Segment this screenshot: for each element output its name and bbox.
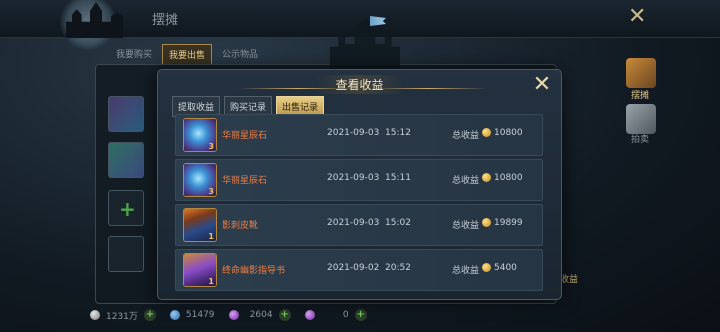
tab-buy[interactable]: 我要购买 [110,44,158,65]
add-crystal-button[interactable]: + [278,309,291,321]
item-name: 终命幽影指导书 [222,266,286,276]
dialog-title: 查看收益 [315,75,404,94]
side-button-stall-label[interactable]: 摆摊 [631,88,649,101]
silver-coin-icon [90,310,100,320]
income-amount: 19899 [494,218,523,228]
market-tabs: 我要购买 我要出售 公示物品 [110,44,264,65]
item-quantity: 3 [208,187,214,196]
treasure-chest-icon[interactable] [626,58,656,88]
record-date: 2021-09-03 15:11 [327,173,411,183]
item-name: 华丽星辰石 [222,131,268,141]
purple-crystal-icon [304,310,315,320]
income-button-fragment[interactable]: 收益 [560,272,578,285]
gold-coin-icon [482,128,491,137]
item-quantity: 3 [208,142,214,151]
record-date: 2021-09-03 15:02 [327,218,411,228]
total-income-label: 总收益 [452,176,480,186]
side-button-auction-label[interactable]: 拍卖 [631,132,649,145]
currency-bar: 1231万 + 51479 2604 + 0 + [90,306,367,324]
gold-coin-icon [482,173,491,182]
total-income-label: 总收益 [452,221,480,231]
gold-coin-icon [482,263,491,272]
close-icon[interactable]: ✕ [531,74,553,96]
page-title: 摆摊 [152,13,179,28]
auction-icon[interactable] [626,104,656,134]
add-silver-button[interactable]: + [143,309,156,321]
currency-crystal2-value: 0 [342,310,349,320]
income-amount: 10800 [494,173,523,183]
tab-sell[interactable]: 我要出售 [162,44,213,65]
currency-gem-value: 51479 [185,310,215,320]
sell-slot[interactable] [108,96,144,132]
currency-crystal-value: 2604 [249,310,273,320]
boots-icon[interactable]: 1 [183,208,217,242]
add-item-icon[interactable]: + [119,197,136,221]
total-income-label: 总收益 [452,266,480,276]
tab-public-items[interactable]: 公示物品 [216,44,264,65]
list-item[interactable]: 3 华丽星辰石 2021-09-03 15:11 总收益 10800 [175,159,543,201]
purple-crystal-icon [228,310,239,320]
item-quantity: 1 [208,232,214,241]
star-stone-icon[interactable]: 3 [183,163,217,197]
item-name: 华丽星辰石 [222,176,268,186]
list-item[interactable]: 1 影刺皮靴 2021-09-03 15:02 总收益 19899 [175,204,543,246]
list-item[interactable]: 3 华丽星辰石 2021-09-03 15:12 总收益 10800 [175,114,543,156]
item-quantity: 1 [208,277,214,286]
star-stone-icon[interactable]: 3 [183,118,217,152]
close-swords-icon[interactable]: ✕ [628,6,646,28]
total-income-label: 总收益 [452,131,480,141]
blue-gem-icon [169,310,180,320]
list-item[interactable]: 1 终命幽影指导书 2021-09-02 20:52 总收益 5400 [175,249,543,291]
sell-slot[interactable] [108,142,144,178]
income-dialog: 查看收益 ✕ 提取收益 购买记录 出售记录 3 华丽星辰石 2021-09-03… [157,69,562,300]
record-date: 2021-09-03 15:12 [327,128,411,138]
income-amount: 10800 [494,128,523,138]
income-amount: 5400 [494,263,517,273]
record-date: 2021-09-02 20:52 [327,263,411,273]
currency-silver-value: 1231万 [106,311,138,322]
sale-records-list[interactable]: 3 华丽星辰石 2021-09-03 15:12 总收益 10800 3 华丽星… [175,114,543,294]
sell-slot-locked[interactable] [108,236,144,272]
gold-coin-icon [482,218,491,227]
add-crystal2-button[interactable]: + [354,309,367,321]
book-icon[interactable]: 1 [183,253,217,287]
item-name: 影刺皮靴 [222,221,259,231]
